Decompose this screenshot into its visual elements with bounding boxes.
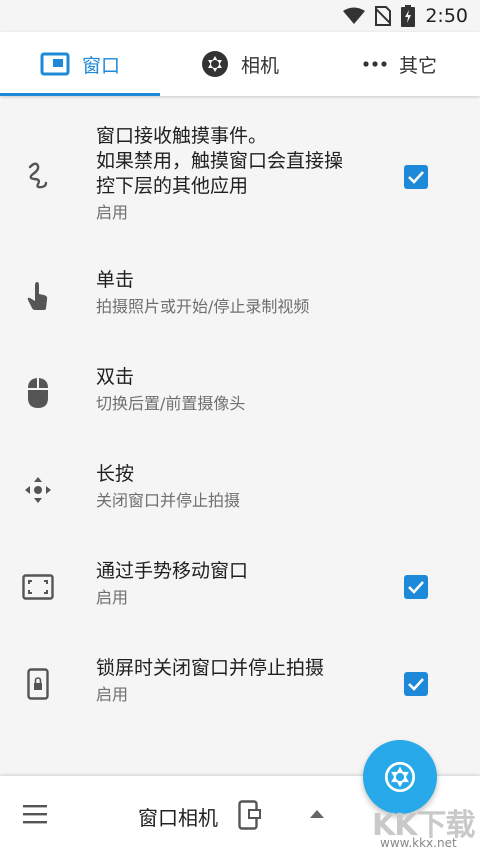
setting-title: 长按 (96, 463, 135, 485)
phone-lock-icon (22, 668, 54, 700)
more-dots-icon (363, 61, 387, 67)
gesture-icon (22, 160, 54, 192)
battery-charging-icon (401, 5, 416, 27)
settings-list: 窗口接收触摸事件。 如果禁用，触摸窗口会直接操 控下层的其他应用 启用 单击 拍… (0, 98, 480, 727)
checkmark-icon (408, 171, 424, 184)
setting-summary: 启用 (96, 685, 129, 704)
touch-events-checkbox[interactable] (404, 165, 428, 189)
aperture-icon (384, 761, 416, 793)
setting-title: 单击 (96, 269, 135, 291)
setting-title: 锁屏时关闭窗口并停止拍摄 (96, 657, 325, 679)
window-icon (40, 52, 70, 76)
tap-hand-icon (22, 280, 54, 312)
tab-camera[interactable]: 相机 (160, 32, 320, 96)
bottom-app-title: 窗口相机 (138, 806, 218, 830)
setting-close-on-lock[interactable]: 锁屏时关闭窗口并停止拍摄 启用 (0, 630, 480, 727)
setting-touch-events[interactable]: 窗口接收触摸事件。 如果禁用，触摸窗口会直接操 控下层的其他应用 启用 (0, 98, 480, 242)
checkmark-icon (408, 581, 424, 594)
aperture-icon (201, 51, 228, 77)
expand-up-icon[interactable] (310, 810, 324, 818)
tab-window[interactable]: 窗口 (0, 32, 160, 96)
watermark: KK下载 www.kkx.net (372, 800, 478, 850)
fullscreen-frame-icon (22, 571, 54, 603)
status-bar: 2:50 (0, 0, 480, 32)
setting-title: 窗口接收触摸事件。 (96, 125, 268, 147)
setting-title: 双击 (96, 366, 135, 388)
tab-other-label: 其它 (398, 54, 437, 77)
tab-window-label: 窗口 (81, 54, 120, 77)
watermark-url: www.kkx.net (380, 836, 457, 850)
close-on-lock-checkbox[interactable] (404, 672, 428, 696)
checkmark-icon (408, 678, 424, 691)
tab-other[interactable]: 其它 (320, 32, 480, 96)
tab-camera-label: 相机 (240, 54, 279, 77)
phone-window-icon (238, 800, 261, 830)
setting-move-by-gesture[interactable]: 通过手势移动窗口 启用 (0, 533, 480, 630)
hamburger-menu-icon[interactable] (20, 802, 50, 826)
setting-summary: 启用 (96, 203, 129, 222)
setting-summary: 切换后置/前置摄像头 (96, 394, 246, 413)
setting-summary: 拍摄照片或开始/停止录制视频 (96, 297, 310, 316)
wifi-icon (343, 7, 366, 24)
setting-title: 如果禁用，触摸窗口会直接操 (96, 150, 344, 172)
setting-long-press[interactable]: 长按 关闭窗口并停止拍摄 (0, 436, 480, 533)
move-arrows-icon (22, 474, 54, 506)
setting-title: 通过手势移动窗口 (96, 560, 249, 582)
setting-single-tap[interactable]: 单击 拍摄照片或开始/停止录制视频 (0, 242, 480, 339)
setting-double-tap[interactable]: 双击 切换后置/前置摄像头 (0, 339, 480, 436)
mouse-icon (22, 377, 54, 409)
tab-bar: 窗口 相机 其它 (0, 32, 480, 96)
setting-summary: 启用 (96, 588, 129, 607)
no-sim-icon (375, 6, 392, 26)
move-by-gesture-checkbox[interactable] (404, 575, 428, 599)
setting-title: 控下层的其他应用 (96, 175, 249, 197)
setting-summary: 关闭窗口并停止拍摄 (96, 491, 241, 510)
status-time: 2:50 (425, 5, 468, 27)
